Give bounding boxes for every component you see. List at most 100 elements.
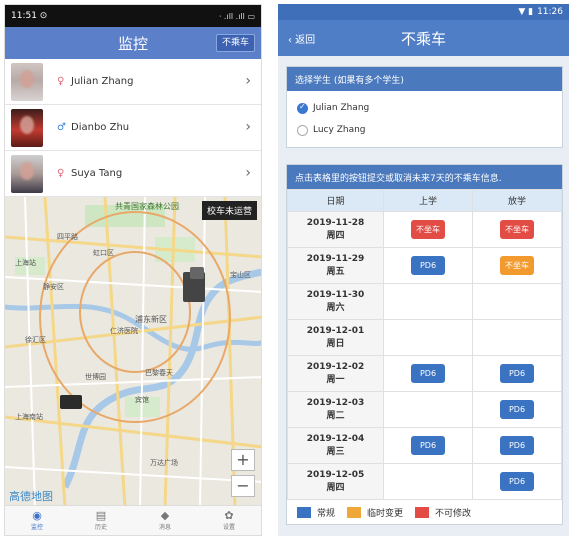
route-button[interactable]: PD6	[500, 436, 534, 455]
student-item[interactable]: ♀ Suya Tang ›	[5, 151, 261, 197]
morning-cell[interactable]	[383, 463, 473, 500]
afternoon-cell[interactable]: 不坐车	[472, 211, 562, 248]
morning-cell[interactable]	[383, 283, 473, 320]
route-button[interactable]: PD6	[500, 400, 534, 419]
afternoon-cell[interactable]: 不坐车	[472, 247, 562, 284]
date-text: 2019-12-05	[306, 469, 365, 480]
date-text: 2019-12-02	[306, 361, 365, 372]
morning-cell[interactable]	[383, 319, 473, 356]
option-label: Julian Zhang	[313, 103, 370, 113]
weekday-text: 周五	[326, 266, 345, 277]
legend-swatch	[297, 506, 311, 518]
route-button[interactable]: PD6	[500, 472, 534, 491]
bus-status-badge: 校车未运营	[201, 201, 257, 220]
morning-cell[interactable]: PD6	[383, 247, 473, 284]
page-title: 监控	[117, 34, 148, 53]
tab-settings[interactable]: ✿ 设置	[197, 506, 261, 535]
tab-label: 历史	[94, 524, 107, 531]
tab-label: 监控	[30, 524, 43, 531]
afternoon-cell[interactable]: PD6	[472, 463, 562, 500]
table-row: 2019-11-29 周五 PD6 不坐车	[287, 247, 562, 284]
date-text: 2019-11-30	[306, 289, 365, 300]
date-cell: 2019-11-28 周四	[287, 211, 384, 248]
date-cell: 2019-12-01 周日	[287, 319, 384, 356]
student-option[interactable]: Julian Zhang	[287, 97, 562, 119]
tab-bar: ◉ 监控 ▤ 历史 ◆ 消息 ✿ 设置	[5, 505, 261, 535]
afternoon-cell[interactable]: PD6	[472, 427, 562, 464]
monitor-screen: 11:51 ⊙ ⋅ .ıll .ıll ▭ 监控 不乘车 ♀ Julian Zh…	[4, 4, 262, 536]
svg-text:宾馆: 宾馆	[135, 395, 149, 404]
svg-text:共青国家森林公园: 共青国家森林公园	[115, 201, 179, 211]
svg-text:巴黎春天: 巴黎春天	[145, 368, 173, 377]
chevron-right-icon: ›	[245, 119, 251, 135]
map-canvas: 共青国家森林公园 四平路 上海站 虹口区 静安区 浦东新区 仁济医院 世博园 巴…	[5, 197, 261, 507]
female-icon: ♀	[57, 76, 65, 87]
schedule-table: 日期 上学 放学 2019-11-28 周四 不坐车 不坐车 2019-11-29 周五 P…	[287, 189, 562, 500]
card-title: 选择学生 (如果有多个学生)	[287, 67, 562, 91]
student-option[interactable]: Lucy Zhang	[287, 119, 562, 141]
legend-label: 临时变更	[367, 508, 404, 519]
column-header: 日期	[287, 189, 384, 212]
schedule-card: 点击表格里的按钮提交或取消未来7天的不乘车信息. 日期 上学 放学 2019-1…	[286, 164, 563, 525]
morning-cell[interactable]	[383, 391, 473, 428]
afternoon-cell[interactable]	[472, 319, 562, 356]
date-text: 2019-12-04	[306, 433, 365, 444]
morning-cell[interactable]: PD6	[383, 355, 473, 392]
app-header: ‹ 返回 不乘车	[278, 20, 569, 56]
route-button[interactable]: PD6	[411, 364, 445, 383]
svg-text:浦东新区: 浦东新区	[135, 314, 167, 324]
afternoon-cell[interactable]	[472, 283, 562, 320]
afternoon-cell[interactable]: PD6	[472, 391, 562, 428]
morning-cell[interactable]: PD6	[383, 427, 473, 464]
student-select-card: 选择学生 (如果有多个学生) Julian Zhang Lucy Zhang	[286, 66, 563, 148]
afternoon-cell[interactable]: PD6	[472, 355, 562, 392]
legend-label: 常规	[317, 508, 336, 519]
date-cell: 2019-11-30 周六	[287, 283, 384, 320]
tab-label: 设置	[222, 524, 235, 531]
student-item[interactable]: ♂ Dianbo Zhu ›	[5, 105, 261, 151]
no-ride-button[interactable]: 不坐车	[411, 220, 445, 239]
date-text: 2019-11-29	[306, 253, 365, 264]
status-time: 11:51 ⊙	[11, 11, 48, 21]
morning-cell[interactable]: 不坐车	[383, 211, 473, 248]
zoom-out-button[interactable]: −	[231, 475, 255, 497]
route-button[interactable]: PD6	[500, 364, 534, 383]
weekday-text: 周三	[326, 446, 345, 457]
no-ride-button[interactable]: 不坐车	[500, 256, 534, 275]
legend-swatch	[415, 506, 430, 518]
no-ride-button[interactable]: 不乘车	[215, 34, 255, 52]
back-button[interactable]: ‹ 返回	[288, 31, 315, 46]
female-icon: ♀	[57, 168, 65, 179]
map-logo: 高德地图	[9, 490, 53, 503]
route-button[interactable]: PD6	[411, 436, 445, 455]
date-cell: 2019-12-02 周一	[287, 355, 384, 392]
zoom-in-button[interactable]: +	[231, 449, 255, 471]
monitor-icon: ◉	[32, 509, 42, 522]
legend: 常规 临时变更 不可修改	[287, 500, 562, 524]
route-button[interactable]: PD6	[411, 256, 445, 275]
radio-unchecked-icon[interactable]	[297, 124, 308, 136]
tab-monitor[interactable]: ◉ 监控	[5, 506, 69, 535]
chevron-right-icon: ›	[245, 165, 251, 181]
weekday-text: 周四	[326, 482, 345, 493]
avatar	[11, 62, 43, 101]
history-icon: ▤	[95, 509, 107, 522]
radio-checked-icon[interactable]	[297, 102, 308, 114]
status-time: 11:26	[537, 7, 563, 17]
weekday-text: 周二	[326, 410, 345, 421]
date-cell: 2019-11-29 周五	[287, 247, 384, 284]
card-title: 点击表格里的按钮提交或取消未来7天的不乘车信息.	[287, 165, 562, 189]
no-ride-button[interactable]: 不坐车	[500, 220, 534, 239]
table-row: 2019-11-30 周六	[287, 283, 562, 320]
tab-history[interactable]: ▤ 历史	[69, 506, 133, 535]
page-title: 不乘车	[400, 29, 446, 48]
no-ride-screen: ▼ ▮ 11:26 ‹ 返回 不乘车 选择学生 (如果有多个学生) Julian…	[278, 4, 569, 536]
weekday-text: 周六	[326, 302, 345, 313]
avatar	[11, 108, 43, 147]
student-item[interactable]: ♀ Julian Zhang ›	[5, 59, 261, 105]
svg-text:宝山区: 宝山区	[230, 270, 251, 279]
map-view[interactable]: 共青国家森林公园 四平路 上海站 虹口区 静安区 浦东新区 仁济医院 世博园 巴…	[5, 197, 261, 507]
student-name: Julian Zhang	[71, 76, 134, 87]
tab-messages[interactable]: ◆ 消息	[133, 506, 197, 535]
svg-text:万达广场: 万达广场	[150, 458, 178, 467]
